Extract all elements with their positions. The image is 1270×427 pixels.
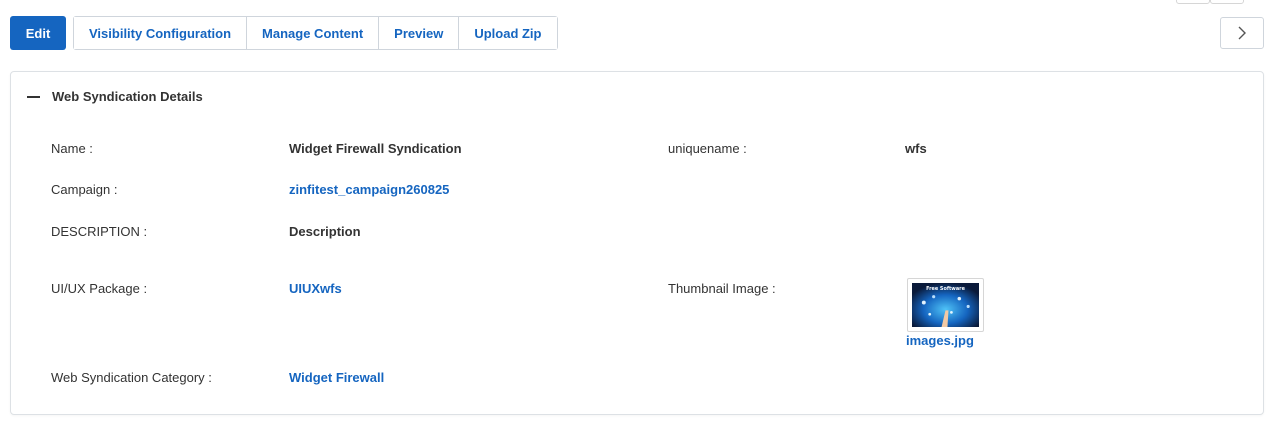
chevron-right-icon bbox=[1238, 26, 1246, 40]
upload-zip-button[interactable]: Upload Zip bbox=[458, 17, 557, 49]
top-partial-button-left[interactable] bbox=[1176, 0, 1210, 4]
description-value: Description bbox=[289, 224, 361, 239]
action-toolbar: Edit Visibility Configuration Manage Con… bbox=[10, 16, 558, 50]
uniquename-label: uniquename : bbox=[668, 141, 747, 156]
preview-button[interactable]: Preview bbox=[378, 17, 459, 49]
thumbnail-caption: Free Software bbox=[926, 286, 966, 292]
thumbnail-image-label: Thumbnail Image : bbox=[668, 281, 776, 296]
top-partial-button-right[interactable] bbox=[1210, 0, 1244, 4]
edit-button[interactable]: Edit bbox=[10, 16, 66, 50]
uiux-package-link[interactable]: UIUXwfs bbox=[289, 281, 342, 296]
minus-icon[interactable] bbox=[27, 95, 40, 98]
panel-title: Web Syndication Details bbox=[52, 89, 203, 104]
action-button-group: Visibility Configuration Manage Content … bbox=[73, 16, 558, 50]
next-button[interactable] bbox=[1220, 17, 1264, 49]
web-syndication-category-link[interactable]: Widget Firewall bbox=[289, 370, 384, 385]
web-syndication-category-label: Web Syndication Category : bbox=[51, 370, 212, 385]
name-label: Name : bbox=[51, 141, 93, 156]
name-value: Widget Firewall Syndication bbox=[289, 141, 462, 156]
panel-header: Web Syndication Details bbox=[27, 89, 203, 104]
campaign-link[interactable]: zinfitest_campaign260825 bbox=[289, 182, 449, 197]
thumbnail-picture: Free Software bbox=[912, 283, 979, 327]
web-syndication-details-panel: Web Syndication Details Name : Widget Fi… bbox=[10, 71, 1264, 415]
campaign-label: Campaign : bbox=[51, 182, 118, 197]
uiux-package-label: UI/UX Package : bbox=[51, 281, 148, 296]
thumbnail-image[interactable]: Free Software bbox=[907, 278, 984, 332]
visibility-configuration-button[interactable]: Visibility Configuration bbox=[74, 17, 247, 49]
description-label: DESCRIPTION : bbox=[51, 224, 148, 239]
uniquename-value: wfs bbox=[905, 141, 927, 156]
manage-content-button[interactable]: Manage Content bbox=[246, 17, 379, 49]
thumbnail-file-link[interactable]: images.jpg bbox=[906, 333, 974, 348]
